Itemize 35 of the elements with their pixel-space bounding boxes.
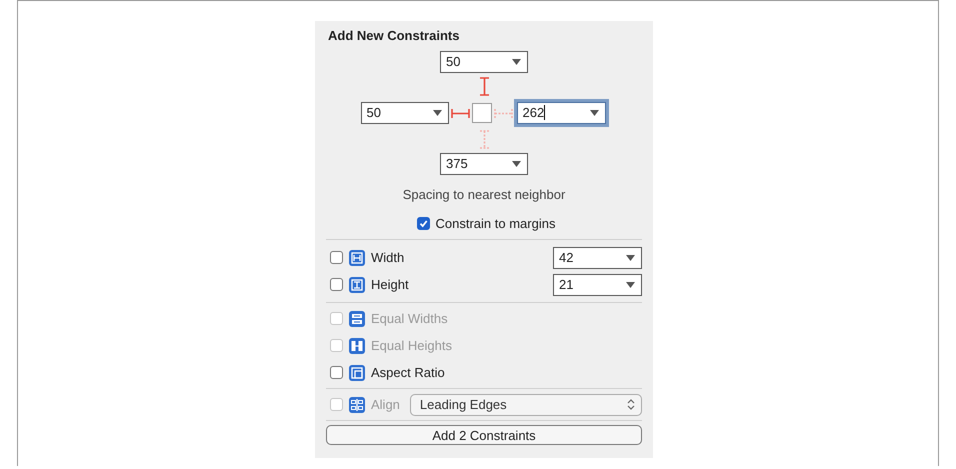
stacked-bars-icon xyxy=(349,310,365,326)
side-bars-icon xyxy=(349,338,365,354)
add-constraints-button[interactable]: Add 2 Constraints xyxy=(326,425,642,445)
vertical-span-icon xyxy=(349,276,365,292)
caret-icon xyxy=(626,282,635,288)
nested-squares-icon xyxy=(349,364,365,380)
spacing-beam-icon[interactable] xyxy=(478,77,490,96)
checkbox[interactable] xyxy=(330,278,343,291)
caret-icon xyxy=(512,59,521,65)
option-label: Align xyxy=(371,397,400,412)
view-square xyxy=(472,103,492,123)
caret-icon xyxy=(432,110,442,116)
option-label: Width xyxy=(371,250,404,265)
option-label: Aspect Ratio xyxy=(371,365,445,380)
checkbox[interactable] xyxy=(330,251,343,264)
spacing-beam-icon[interactable] xyxy=(450,108,470,118)
option-label: Height xyxy=(371,277,409,292)
option-label: Equal Heights xyxy=(371,338,452,353)
caret-icon xyxy=(626,254,635,260)
option-label: Constrain to margins xyxy=(436,216,556,231)
caret-icon xyxy=(590,110,598,116)
checkbox[interactable] xyxy=(330,366,343,379)
number-combo-field[interactable]: 50 xyxy=(360,102,448,124)
option-label: Equal Widths xyxy=(371,311,448,326)
number-combo-field[interactable]: 375 xyxy=(440,153,528,175)
number-combo-field[interactable]: 42 xyxy=(553,246,642,268)
stepper-icon xyxy=(627,399,635,410)
spacing-caption: Spacing to nearest neighbor xyxy=(402,187,566,202)
number-combo-field[interactable]: 21 xyxy=(553,274,642,296)
checkbox[interactable] xyxy=(416,217,430,230)
number-combo-field[interactable]: 50 xyxy=(440,51,528,73)
align-icon xyxy=(349,396,365,412)
panel-title: Add New Constraints xyxy=(328,28,460,43)
horizontal-span-icon xyxy=(349,250,365,266)
caret-icon xyxy=(512,161,521,167)
